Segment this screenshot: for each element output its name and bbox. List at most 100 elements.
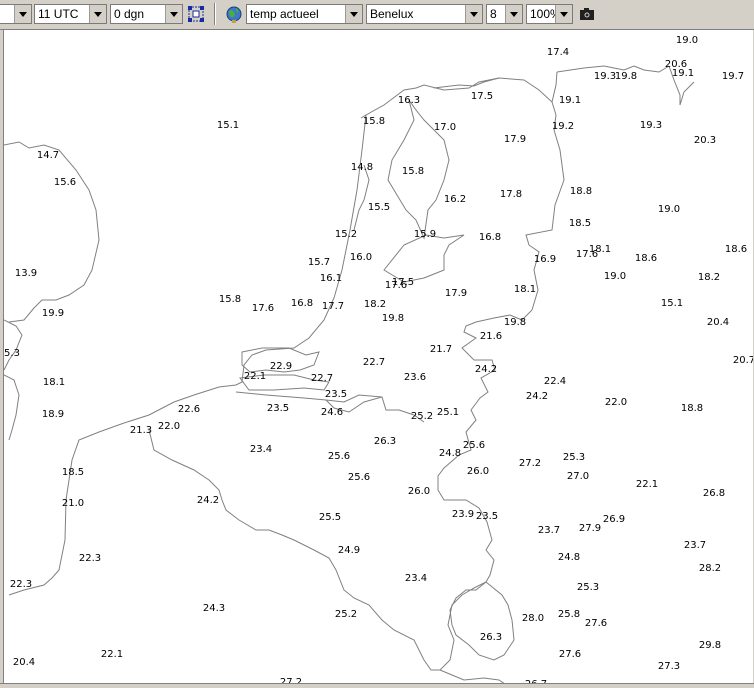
time-select-value: 11 UTC (38, 7, 79, 21)
station-temperature-label: 23.6 (404, 372, 426, 383)
station-temperature-label: 26.9 (603, 514, 625, 525)
station-temperature-label: 18.2 (364, 299, 386, 310)
station-temperature-label: 20.4 (707, 317, 729, 328)
region-select[interactable]: Benelux (366, 4, 483, 24)
station-temperature-label: 15.1 (217, 120, 239, 131)
coast-england-south (4, 374, 20, 441)
station-temperature-label: 22.7 (311, 373, 333, 384)
day-select[interactable]: 0 dgn (110, 4, 183, 24)
station-temperature-label: 29.8 (699, 640, 721, 651)
station-temperature-label: 15.8 (363, 116, 385, 127)
chevron-down-icon[interactable] (465, 5, 482, 23)
station-temperature-label: 19.1 (559, 95, 581, 106)
station-temperature-label: 17.9 (445, 288, 467, 299)
station-temperature-label: 25.3 (577, 582, 599, 593)
station-temperature-label: 16.8 (291, 298, 313, 309)
station-temperature-label: 24.2 (197, 495, 219, 506)
station-temperature-label: 16.2 (444, 194, 466, 205)
station-temperature-label: 23.7 (538, 525, 560, 536)
coast-england (4, 141, 100, 323)
parameter-select-value: temp actueel (250, 7, 319, 21)
station-temperature-label: 19.9 (42, 308, 64, 319)
station-temperature-label: 19.8 (615, 71, 637, 82)
station-temperature-label: 27.3 (658, 661, 680, 672)
station-temperature-label: 14.7 (37, 150, 59, 161)
station-temperature-label: 22.0 (605, 397, 627, 408)
snapshot-button[interactable] (576, 3, 598, 25)
border-be-fr-south (439, 669, 524, 683)
station-temperature-label: 25.6 (348, 472, 370, 483)
station-temperature-label: 24.9 (338, 545, 360, 556)
station-temperature-label: 21.6 (480, 331, 502, 342)
station-temperature-label: 17.8 (500, 189, 522, 200)
station-temperature-label: 16.3 (398, 95, 420, 106)
station-temperature-label: 18.6 (635, 253, 657, 264)
station-temperature-label: 26.3 (374, 436, 396, 447)
station-temperature-label: 27.6 (585, 618, 607, 629)
station-temperature-label: 24.2 (475, 364, 497, 375)
station-temperature-label: 26.3 (480, 632, 502, 643)
parameter-select[interactable]: temp actueel (246, 4, 363, 24)
region-select-value: Benelux (370, 7, 414, 21)
station-temperature-label: 17.7 (322, 301, 344, 312)
east-coast (551, 71, 558, 103)
station-temperature-label: 17.6 (252, 303, 274, 314)
chevron-down-icon[interactable] (505, 5, 522, 23)
station-temperature-label: 19.3 (594, 71, 616, 82)
station-temperature-label: 15.7 (308, 257, 330, 268)
luxembourg-border (449, 581, 515, 661)
station-temperature-label: 25.2 (411, 411, 433, 422)
station-temperature-label: 24.8 (558, 552, 580, 563)
station-temperature-label: 19.8 (382, 313, 404, 324)
station-temperature-label: 21.3 (130, 425, 152, 436)
chevron-down-icon[interactable] (89, 5, 106, 23)
station-temperature-label: 16.1 (320, 273, 342, 284)
station-temperature-label: 25.8 (558, 609, 580, 620)
station-temperature-label: 26.0 (467, 466, 489, 477)
status-strip (0, 683, 754, 688)
station-temperature-label: 22.3 (10, 579, 32, 590)
station-temperature-label: 23.9 (452, 509, 474, 520)
station-temperature-label: 15.1 (661, 298, 683, 309)
station-temperature-label: 24.2 (526, 391, 548, 402)
size-select-value: 8 (490, 7, 497, 21)
station-temperature-label: 22.3 (79, 553, 101, 564)
station-temperature-label: 15.9 (414, 229, 436, 240)
station-temperature-label: 21.7 (430, 344, 452, 355)
chevron-down-icon[interactable] (14, 5, 31, 23)
chevron-down-icon[interactable] (165, 5, 182, 23)
station-temperature-label: 18.8 (570, 186, 592, 197)
station-temperature-label: 18.1 (514, 284, 536, 295)
station-temperature-label: 19.0 (676, 35, 698, 46)
station-temperature-label: 14.8 (351, 162, 373, 173)
chevron-down-icon[interactable] (345, 5, 362, 23)
station-temperature-label: 23.5 (325, 389, 347, 400)
station-temperature-label: 18.8 (681, 403, 703, 414)
time-select[interactable]: 11 UTC (34, 4, 107, 24)
size-select[interactable]: 8 (486, 4, 523, 24)
station-temperature-label: 21.0 (62, 498, 84, 509)
station-temperature-label: 22.0 (158, 421, 180, 432)
layer-button[interactable] (223, 3, 245, 25)
first-select[interactable] (0, 4, 32, 24)
station-temperature-label: 23.4 (405, 573, 427, 584)
station-temperature-label: 25.6 (328, 451, 350, 462)
toolbar: 11 UTC 0 dgn temp actueel Benelux 8 100% (0, 0, 754, 30)
station-temperature-label: 15.2 (335, 229, 357, 240)
station-temperature-label: 22.1 (101, 649, 123, 660)
station-temperature-label: 27.6 (559, 649, 581, 660)
station-temperature-label: 13.9 (15, 268, 37, 279)
map-canvas[interactable]: 19.017.420.619.319.8 19.1 19.716.3 17.5 19.1… (4, 30, 753, 683)
station-temperature-label: 17.0 (434, 122, 456, 133)
station-temperature-label: 28.2 (699, 563, 721, 574)
station-temperature-label: 23.7 (684, 540, 706, 551)
chevron-down-icon[interactable] (555, 5, 572, 23)
station-temperature-label: 20.7 (733, 355, 753, 366)
station-temperature-label: 5.3 (4, 348, 20, 359)
fit-to-window-button[interactable] (185, 3, 207, 25)
north-holland-inner (353, 164, 370, 231)
zoom-select[interactable]: 100% (526, 4, 573, 24)
station-temperature-label: 22.7 (363, 357, 385, 368)
weather-map[interactable]: 19.0 17.4 20.6 19.3 19.8 19.1 19.7 16.3 17.5 19.1… (3, 30, 753, 683)
station-temperature-label: 28.0 (522, 613, 544, 624)
